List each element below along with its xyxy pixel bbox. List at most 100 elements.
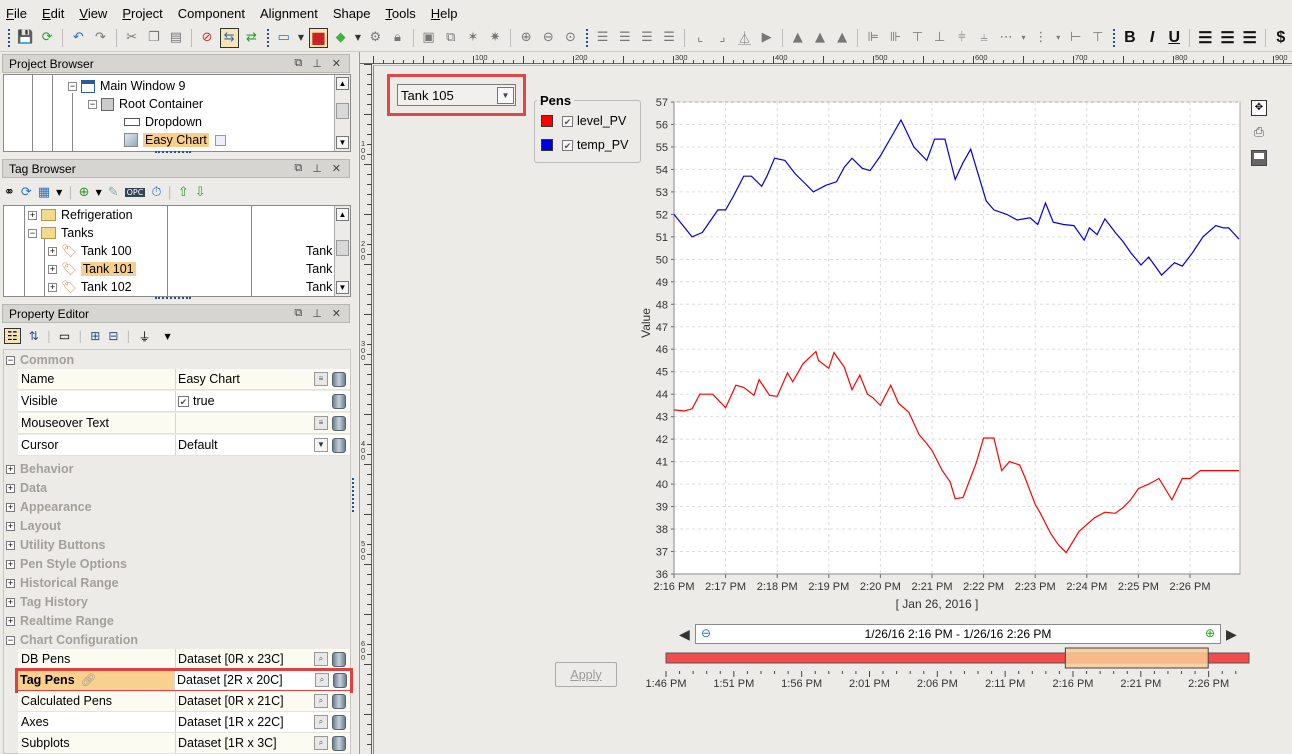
- close-icon[interactable]: ✕: [332, 57, 341, 70]
- ungroup-icon[interactable]: ⧉: [441, 28, 460, 48]
- pin-icon[interactable]: ⊥: [312, 162, 322, 175]
- group-pen-style-options[interactable]: + Pen Style Options: [6, 555, 127, 573]
- property-value[interactable]: Dataset [1R x 3C]: [178, 736, 314, 750]
- expand-icon[interactable]: +: [6, 502, 15, 512]
- binding-icon[interactable]: [332, 415, 346, 431]
- redo-icon[interactable]: ↷: [91, 28, 110, 48]
- component-icon[interactable]: ◆: [331, 28, 350, 48]
- property-row-subplots[interactable]: Subplots Dataset [1R x 3C] ⌕: [18, 733, 350, 754]
- group-historical-range[interactable]: + Historical Range: [6, 574, 119, 592]
- property-value[interactable]: Dataset [0R x 21C]: [178, 694, 314, 708]
- menu-edit[interactable]: Edit: [42, 6, 64, 21]
- dataset-viewer-icon[interactable]: ⌕: [315, 672, 329, 687]
- menu-alignment[interactable]: Alignment: [260, 6, 318, 21]
- range-back-icon[interactable]: ◀: [679, 627, 690, 643]
- print-icon[interactable]: ⎙: [1251, 125, 1267, 141]
- close-icon[interactable]: ✕: [332, 162, 341, 175]
- add-tag-icon[interactable]: ⊕: [79, 185, 90, 200]
- expand-icon[interactable]: +: [6, 464, 15, 474]
- visible-checkbox[interactable]: ✔: [178, 395, 189, 407]
- zoom-actual-icon[interactable]: ⊙: [561, 28, 580, 48]
- property-view-icon[interactable]: ▭: [59, 329, 70, 343]
- text-editor-icon[interactable]: ≡: [314, 415, 328, 430]
- expand-icon[interactable]: +: [48, 282, 57, 292]
- splitter-handle[interactable]: [155, 151, 191, 153]
- dataset-viewer-icon[interactable]: ⌕: [314, 714, 328, 729]
- float-icon[interactable]: ⧉: [294, 162, 302, 175]
- dataset-viewer-icon[interactable]: ⌕: [314, 693, 328, 708]
- italic-button[interactable]: I: [1143, 28, 1162, 48]
- binding-icon[interactable]: [332, 651, 346, 667]
- shape2-icon[interactable]: ✷: [485, 28, 504, 48]
- tank-dropdown[interactable]: Tank 105 ▼: [397, 84, 516, 106]
- align-text-center-icon[interactable]: ☰: [1218, 28, 1237, 48]
- collapse-icon[interactable]: −: [68, 81, 77, 91]
- splitter-handle[interactable]: [352, 478, 354, 512]
- dropdown-arrow-icon[interactable]: ▾: [1019, 28, 1029, 48]
- toolbar-grip[interactable]: [8, 28, 10, 47]
- same-height-icon[interactable]: ⊤: [1088, 28, 1107, 48]
- pin-icon[interactable]: ⊥: [312, 57, 322, 70]
- dropdown-arrow-icon[interactable]: ▼: [296, 28, 306, 48]
- expand-icon[interactable]: +: [6, 616, 15, 626]
- collapse-icon[interactable]: −: [6, 355, 15, 365]
- binding-icon[interactable]: [332, 735, 346, 751]
- binding-icon[interactable]: [333, 672, 347, 688]
- range-display[interactable]: ⊖ 1/26/16 2:16 PM - 1/26/16 2:26 PM ⊕: [695, 624, 1221, 644]
- comm-readwrite-icon[interactable]: ⇄: [242, 28, 261, 48]
- property-row-axes[interactable]: Axes Dataset [1R x 22C] ⌕: [18, 712, 350, 733]
- refresh-icon[interactable]: ⟳: [38, 28, 57, 48]
- menu-shape[interactable]: Shape: [333, 6, 371, 21]
- group-layout[interactable]: + Layout: [6, 517, 61, 535]
- same-width-icon[interactable]: ⊢: [1066, 28, 1085, 48]
- property-row-db-pens[interactable]: DB Pens Dataset [0R x 23C] ⌕: [18, 649, 350, 670]
- dataset-viewer-icon[interactable]: ⌕: [314, 735, 328, 750]
- menu-component[interactable]: Component: [178, 6, 245, 21]
- expand-all-icon[interactable]: ⊞: [90, 329, 100, 343]
- menu-tools[interactable]: Tools: [385, 6, 415, 21]
- toolbar-grip[interactable]: [1112, 28, 1115, 47]
- expand-icon[interactable]: +: [6, 521, 15, 531]
- range-selection-handle[interactable]: [1064, 647, 1209, 669]
- shape-difference-icon[interactable]: ▲: [810, 28, 829, 48]
- expand-icon[interactable]: +: [48, 264, 57, 274]
- cut-icon[interactable]: ✂: [122, 28, 141, 48]
- align-text-left-icon[interactable]: ☰: [1196, 28, 1215, 48]
- property-row-mouseover-text[interactable]: Mouseover Text ≡: [18, 413, 350, 434]
- binding-icon[interactable]: [332, 714, 346, 730]
- close-icon[interactable]: ✕: [332, 307, 341, 320]
- size-width-icon[interactable]: ⌞: [691, 28, 710, 48]
- property-row-visible[interactable]: Visible ✔ true: [18, 391, 350, 412]
- expand-icon[interactable]: +: [28, 210, 37, 220]
- group-common[interactable]: − Common: [6, 351, 74, 369]
- zoom-in-icon[interactable]: ⊕: [517, 28, 536, 48]
- distribute-icon[interactable]: ⋯: [997, 28, 1016, 48]
- shape-icon[interactable]: ✶: [463, 28, 482, 48]
- group-data[interactable]: + Data: [6, 479, 47, 497]
- dropdown-arrow-icon[interactable]: ▾: [1053, 28, 1063, 48]
- expand-icon[interactable]: +: [6, 559, 15, 569]
- align-center-h-icon[interactable]: ⫩: [952, 28, 971, 48]
- tag-item-tank-101[interactable]: + 🏷︎ Tank 101: [48, 260, 136, 278]
- lock-icon[interactable]: 🔒︎: [388, 28, 407, 48]
- collapse-icon[interactable]: −: [28, 228, 37, 238]
- float-icon[interactable]: ⧉: [294, 307, 302, 320]
- zoom-out-icon[interactable]: ⊖: [701, 626, 711, 640]
- group-appearance[interactable]: + Appearance: [6, 498, 92, 516]
- splitter-handle[interactable]: [155, 297, 191, 299]
- save-publish-icon[interactable]: 💾: [16, 28, 35, 48]
- collapse-icon[interactable]: −: [6, 635, 15, 645]
- sort-alpha-icon[interactable]: ⇅: [29, 329, 39, 343]
- range-forward-icon[interactable]: ▶: [1226, 627, 1237, 643]
- expand-icon[interactable]: +: [6, 597, 15, 607]
- group-icon[interactable]: ▣: [419, 28, 438, 48]
- dropdown-arrow-icon[interactable]: ▼: [314, 437, 328, 452]
- pen-item-temp-pv[interactable]: ✔ temp_PV: [541, 138, 628, 152]
- grid-icon[interactable]: ▦: [38, 185, 50, 200]
- menu-project[interactable]: Project: [122, 6, 162, 21]
- project-browser-scrollbar[interactable]: ▲ ▼: [334, 75, 350, 151]
- tag-folder-tanks[interactable]: − Tanks: [28, 224, 94, 242]
- tag-item-tank-100[interactable]: + 🏷︎ Tank 100: [48, 242, 132, 260]
- bold-button[interactable]: B: [1120, 28, 1139, 48]
- shape-intersect-icon[interactable]: ▲: [833, 28, 852, 48]
